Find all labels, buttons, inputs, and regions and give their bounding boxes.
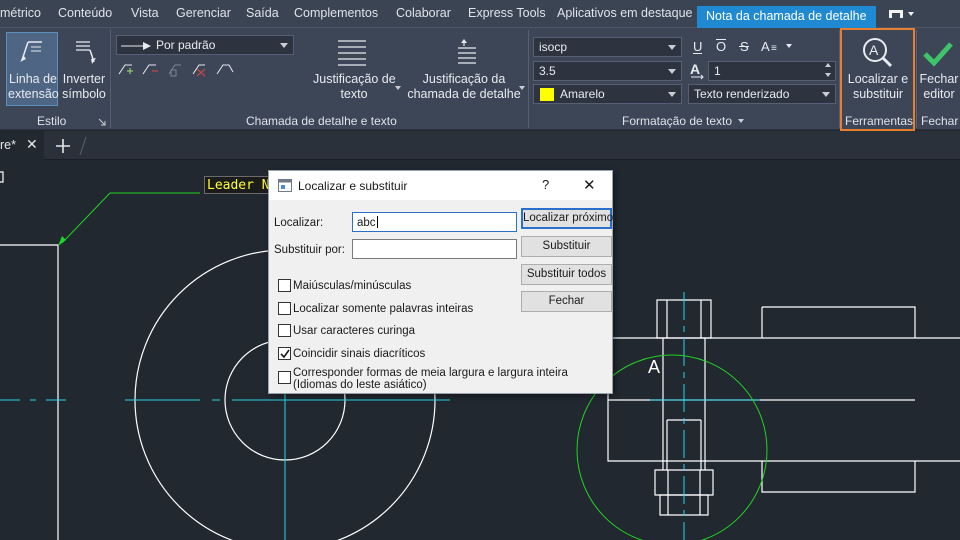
check-icon (280, 349, 290, 359)
close-icon[interactable]: ✕ (26, 136, 38, 153)
checkbox-match-case[interactable] (278, 279, 291, 292)
option-match-case-label: Maiúsculas/minúsculas (293, 280, 412, 292)
ribbon-separator (110, 30, 111, 128)
find-replace-highlight (840, 28, 915, 131)
tab-metrico[interactable]: métrico (0, 6, 41, 20)
panel-title-chamada: Chamada de detalhe e texto (246, 114, 397, 128)
spinner-down-icon[interactable] (825, 73, 831, 77)
dialog-title: Localizar e substituir (298, 179, 408, 193)
chevron-down-icon (280, 43, 288, 48)
inverter-simbolo-label: Inverter símbolo (62, 72, 106, 101)
chevron-down-icon (668, 45, 676, 50)
chevron-down-icon[interactable] (519, 86, 525, 90)
leader-style-combo[interactable]: Por padrão (116, 35, 294, 55)
replace-all-button[interactable]: Substituir todos (521, 264, 612, 285)
svg-text:≡: ≡ (771, 43, 777, 54)
replace-label: Substituir por: (274, 244, 345, 256)
find-label: Localizar: (274, 217, 324, 229)
close-button[interactable]: Fechar (521, 291, 612, 312)
dialog-app-icon (278, 179, 292, 192)
tab-divider (79, 136, 87, 156)
leader-text[interactable]: Leader Na (204, 176, 270, 194)
svg-text:A: A (690, 61, 700, 77)
checkbox-diacritics[interactable] (278, 347, 291, 360)
svg-text:U: U (693, 39, 702, 54)
checkbox-whole-words[interactable] (278, 302, 291, 315)
linha-extensao-label: Linha de extensão (8, 72, 59, 101)
find-replace-dialog: Localizar e substituir ? ✕ Localizar: ab… (268, 170, 613, 394)
svg-text:O: O (716, 39, 726, 54)
tab-nota-chamada[interactable]: Nota da chamada de detalhe (697, 6, 876, 28)
find-next-button[interactable]: Localizar próximo (521, 208, 613, 229)
replace-button[interactable]: Substituir (521, 236, 612, 257)
option-wildcards-label: Usar caracteres curinga (293, 325, 416, 337)
chevron-down-icon[interactable] (395, 86, 401, 90)
autocad-window: métrico Conteúdo Vista Gerenciar Saída C… (0, 0, 960, 540)
replace-input[interactable] (352, 239, 517, 259)
ribbon-tab-bar: métrico Conteúdo Vista Gerenciar Saída C… (0, 0, 960, 28)
text-format-buttons[interactable]: U O S A ≡ (690, 38, 795, 56)
ribbon-minimize-icon[interactable] (878, 7, 918, 21)
panel-launcher-icon[interactable] (98, 118, 106, 126)
leader-justification-icon[interactable] (450, 38, 480, 68)
spinner-up-icon[interactable] (825, 63, 831, 67)
text-color-combo[interactable]: Amarelo (533, 84, 682, 104)
arrow-style-icon (121, 42, 151, 50)
checkbox-half-width[interactable] (278, 371, 291, 384)
text-render-combo[interactable]: Texto renderizado (688, 84, 836, 104)
option-half-width-label: Corresponder formas de meia largura e la… (293, 367, 568, 391)
option-diacritics-label: Coincidir sinais diacríticos (293, 348, 426, 360)
leader-justification-label: Justificação da chamada de detalhe (407, 72, 521, 101)
ribbon-separator (916, 30, 917, 128)
find-input[interactable]: abc (352, 212, 517, 232)
tab-complementos[interactable]: Complementos (294, 6, 378, 20)
text-height-combo[interactable]: 3.5 (533, 61, 682, 81)
tab-conteudo[interactable]: Conteúdo (58, 6, 112, 20)
tracking-spinner[interactable]: 1 (708, 61, 836, 81)
invert-symbol-icon[interactable] (70, 38, 98, 66)
tab-colaborar[interactable]: Colaborar (396, 6, 451, 20)
option-whole-words-label: Localizar somente palavras inteiras (293, 303, 474, 315)
chevron-down-icon (668, 69, 676, 74)
chevron-down-icon (822, 92, 830, 97)
chevron-down-icon (668, 92, 676, 97)
text-height-icon[interactable]: A (689, 61, 707, 81)
tab-express-tools[interactable]: Express Tools (468, 6, 546, 20)
panel-title-formatacao[interactable]: Formatação de texto (622, 114, 732, 128)
extension-line-icon (20, 41, 42, 62)
tab-vista[interactable]: Vista (131, 6, 159, 20)
new-tab-icon[interactable] (54, 137, 72, 155)
svg-text:A: A (761, 39, 770, 54)
document-tab[interactable]: re* ✕ (0, 131, 44, 160)
tab-aplicativos[interactable]: Aplicativos em destaque (557, 6, 693, 20)
document-tab-bar: re* ✕ (0, 131, 960, 160)
chevron-down-icon[interactable] (738, 119, 744, 123)
font-combo[interactable]: isocp (533, 37, 682, 57)
ribbon-panel: Linha de extensão Inverter símbolo Estil… (0, 28, 960, 130)
panel-title-estilo: Estilo (37, 114, 67, 128)
text-caret (376, 216, 378, 228)
view-label-a: A (648, 357, 661, 377)
panel-title-fechar: Fechar (921, 114, 959, 128)
checkmark-icon[interactable] (922, 40, 954, 68)
help-icon[interactable]: ? (542, 177, 549, 192)
text-justification-label: Justificação de texto (313, 72, 396, 101)
close-icon[interactable]: ✕ (583, 176, 596, 194)
leader-tools-icons[interactable] (117, 62, 237, 78)
color-swatch (540, 88, 554, 101)
close-editor-label: Fechar editor (919, 72, 959, 101)
tab-saida[interactable]: Saída (246, 6, 279, 20)
tab-gerenciar[interactable]: Gerenciar (176, 6, 231, 20)
ribbon-separator (528, 30, 529, 128)
dialog-title-bar[interactable]: Localizar e substituir ? ✕ (269, 171, 612, 200)
text-justification-icon[interactable] (336, 38, 368, 68)
checkbox-wildcards[interactable] (278, 324, 291, 337)
